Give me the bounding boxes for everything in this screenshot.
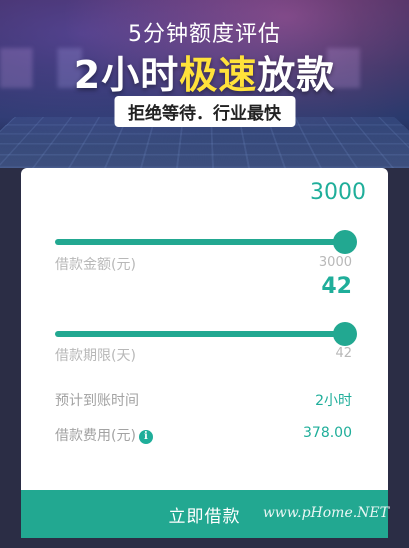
loan-term-max: 42 [335,346,352,361]
loan-amount-slider-knob[interactable] [333,230,357,254]
loan-term-value: 42 [321,274,352,299]
arrival-time-label: 预计到账时间 [55,393,139,409]
banner-tagline: 拒绝等待．行业最快 [114,96,295,127]
loan-fee-value: 378.00 [303,425,352,441]
banner-title-highlight: 极速 [179,53,258,97]
loan-amount-max: 3000 [318,255,352,270]
loan-term-slider[interactable] [55,322,357,346]
banner-title-line2: 2小时极速放款 [0,44,409,99]
arrival-time-value: 2小时 [315,393,352,409]
loan-amount-label: 借款金额(元) [55,257,136,273]
banner-title-prefix: 2小时 [73,53,180,97]
loan-fee-label-row: 借款费用(元) i [55,425,153,445]
loan-amount-slider[interactable] [55,230,357,254]
info-icon[interactable]: i [138,430,153,444]
banner-title-suffix: 放款 [257,53,336,97]
loan-term-label: 借款期限(天) [55,348,136,364]
watermark: www.pHome.NET [262,505,389,521]
loan-calculator-card: 3000 借款金额(元) 3000 42 借款期限(天) 42 预计到账时间 2… [21,168,388,490]
loan-fee-label: 借款费用(元) [55,428,136,444]
promo-banner: 5分钟额度评估 2小时极速放款 拒绝等待．行业最快 [0,0,409,168]
loan-term-slider-knob[interactable] [333,322,357,346]
loan-amount-value: 3000 [310,180,366,205]
